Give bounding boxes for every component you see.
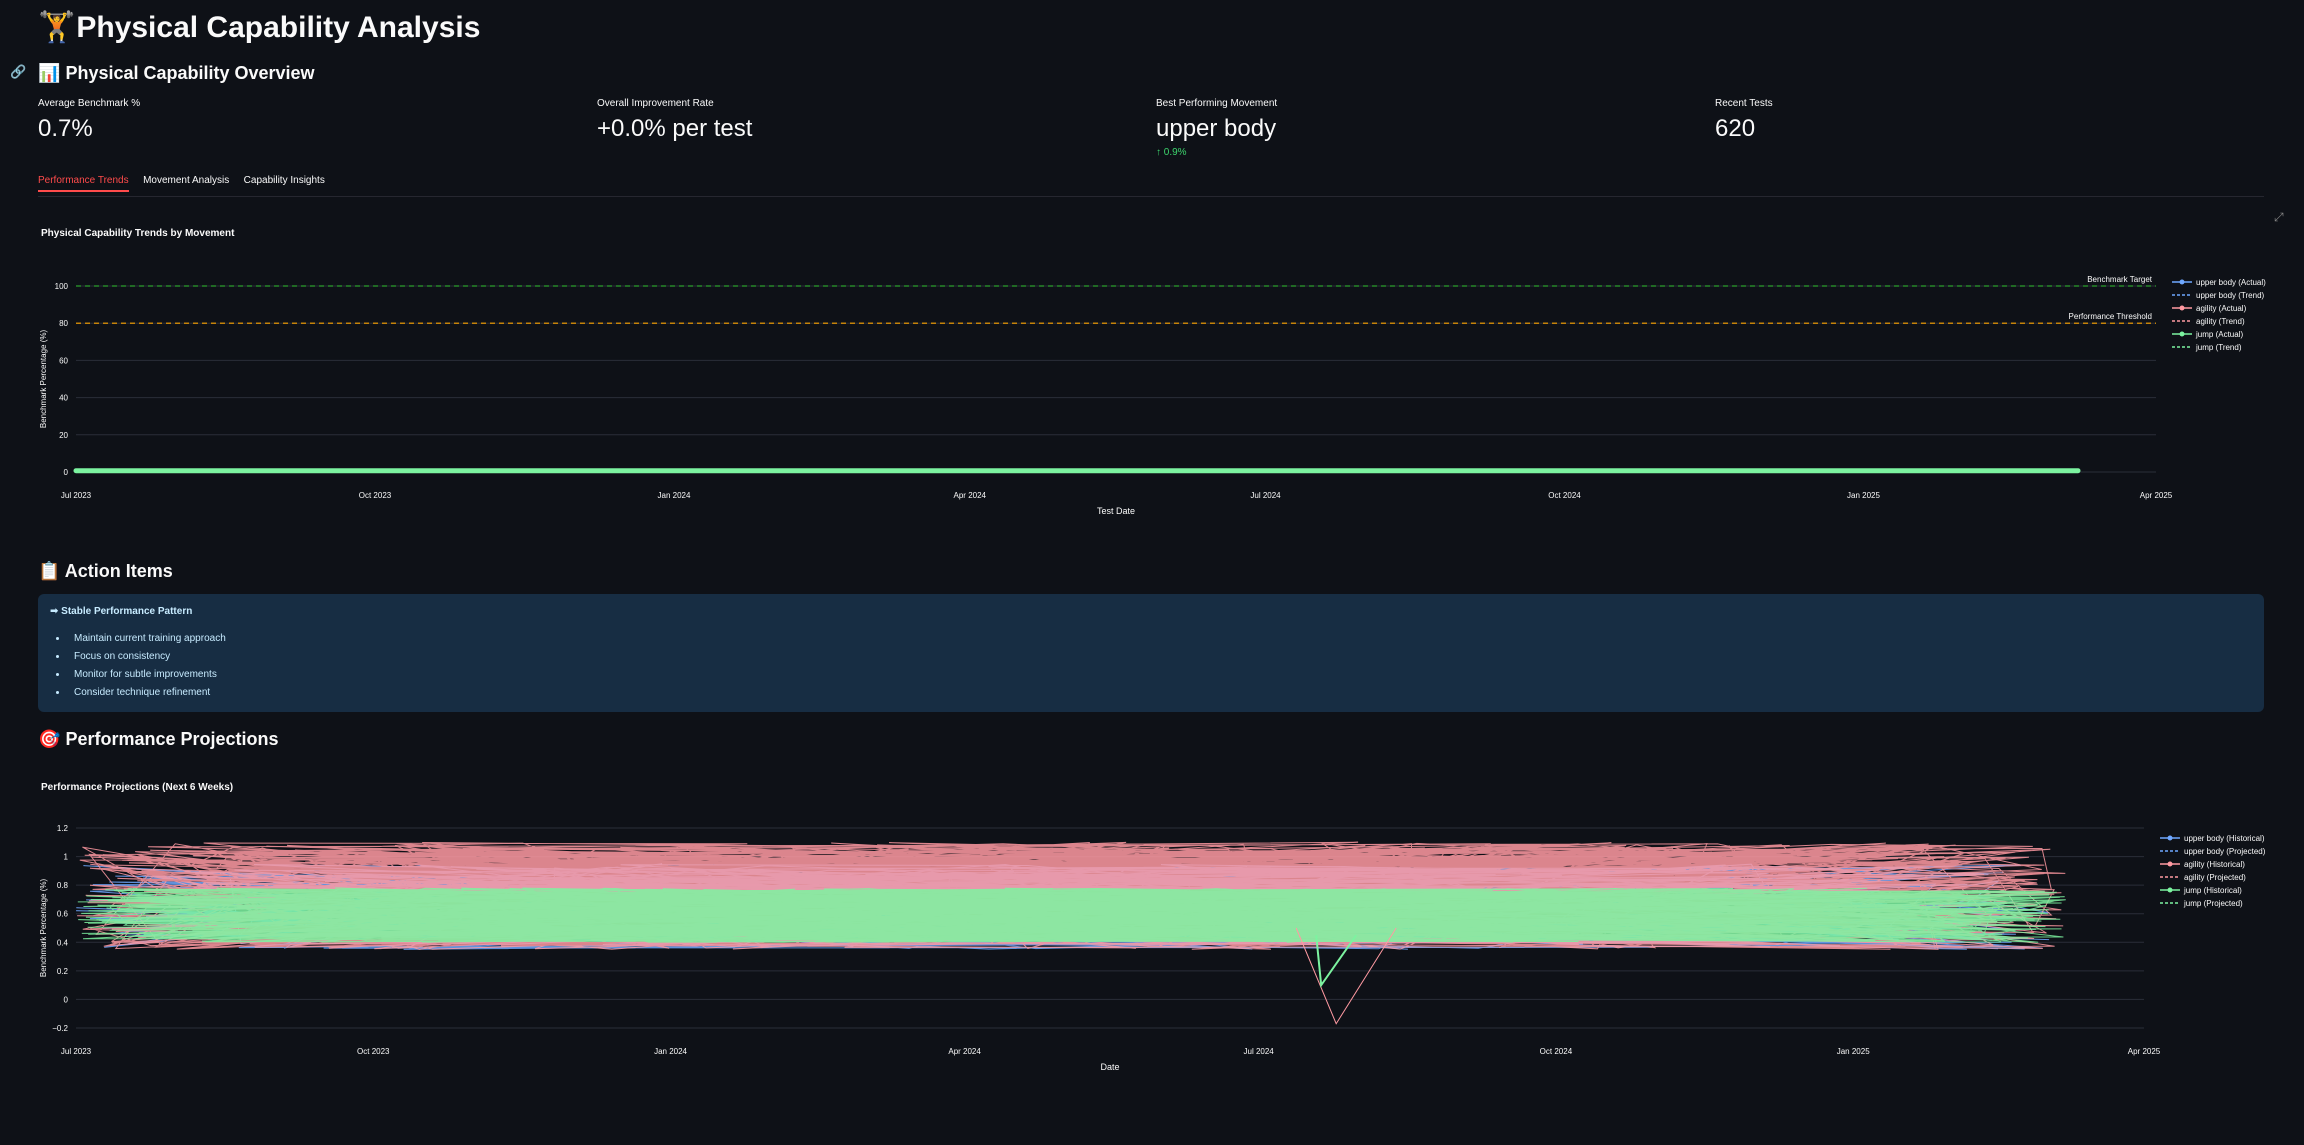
y-tick-label: 60 [59,356,68,365]
x-tick-label: Oct 2024 [1548,491,1581,500]
y-axis-title: Benchmark Percentage (%) [39,879,48,978]
legend-marker [2167,887,2173,893]
overview-heading-text: Physical Capability Overview [65,63,315,83]
legend-label: agility (Actual) [2196,304,2247,313]
chart-title: Performance Projections (Next 6 Weeks) [41,782,233,793]
metric-label: Average Benchmark % [38,98,141,109]
tab-bar: Performance Trends Movement Analysis Cap… [38,170,2264,197]
y-tick-label: 20 [59,431,68,440]
metric-label: Best Performing Movement [1156,98,1278,109]
weightlifter-icon: 🏋 [38,11,76,44]
chart-icon: 📊 [38,63,61,83]
x-tick-label: Jul 2023 [61,491,92,500]
link-icon[interactable]: 🔗 [10,64,28,82]
y-tick-label: 1.2 [57,824,69,833]
action-items-heading: 📋 Action Items [38,558,173,584]
action-item: Monitor for subtle improvements [68,666,226,684]
x-tick-label: Apr 2025 [2128,1047,2161,1056]
action-items-heading-text: Action Items [64,561,173,581]
legend-label: jump (Projected) [2183,899,2243,908]
y-tick-label: 0.2 [57,967,69,976]
action-item: Consider technique refinement [68,684,226,702]
target-icon: 🎯 [38,729,61,749]
legend-label: upper body (Historical) [2184,834,2265,843]
legend-label: upper body (Projected) [2184,847,2266,856]
metric-value: 0.7% [38,115,93,142]
legend-marker [2179,331,2185,337]
tab-performance-trends[interactable]: Performance Trends [38,171,129,192]
metric-label: Overall Improvement Rate [597,98,714,109]
legend-label: upper body (Trend) [2196,291,2265,300]
metric-delta: ↑ 0.9% [1156,147,1187,158]
projections-heading-text: Performance Projections [65,729,279,749]
x-tick-label: Jul 2023 [61,1047,92,1056]
legend-marker [2179,305,2185,311]
alert-title: ➡ Stable Performance Pattern [50,606,193,617]
x-axis-title: Test Date [1097,506,1135,516]
legend-marker [2167,835,2173,841]
trends-chart: Physical Capability Trends by Movement 0 2… [39,228,2266,516]
legend-label: jump (Trend) [2195,343,2242,352]
y-tick-label: 100 [55,282,69,291]
x-tick-label: Apr 2025 [2140,491,2173,500]
page-title-text: Physical Capability Analysis [76,11,481,44]
reference-line-label: Benchmark Target [2087,275,2153,284]
tab-movement-analysis[interactable]: Movement Analysis [143,171,229,190]
x-tick-label: Oct 2024 [1540,1047,1573,1056]
projections-heading: 🎯 Performance Projections [38,726,279,752]
action-item: Maintain current training approach [68,630,226,648]
x-tick-label: Jul 2024 [1244,1047,1275,1056]
y-tick-label: 40 [59,394,68,403]
y-tick-label: −0.2 [52,1024,68,1033]
info-alert: ➡ Stable Performance Pattern Maintain cu… [38,594,2264,712]
y-axis-title: Benchmark Percentage (%) [39,330,48,429]
x-tick-label: Jan 2025 [1837,1047,1870,1056]
y-tick-label: 1 [64,853,69,862]
chart-title: Physical Capability Trends by Movement [41,228,235,239]
x-tick-label: Oct 2023 [357,1047,390,1056]
metric-value: upper body [1156,115,1277,142]
x-tick-label: Jan 2024 [654,1047,687,1056]
metric-value: +0.0% per test [597,115,753,142]
reference-line-label: Performance Threshold [2069,312,2152,321]
y-tick-label: 0 [64,468,69,477]
fullscreen-icon[interactable]: ⤢ [2274,210,2288,224]
x-tick-label: Jul 2024 [1250,491,1281,500]
tab-capability-insights[interactable]: Capability Insights [244,171,325,190]
y-tick-label: 80 [59,319,68,328]
page-title: 🏋 Physical Capability Analysis [38,8,480,48]
legend-label: jump (Historical) [2183,886,2242,895]
legend-marker [2167,861,2173,867]
x-axis-title: Date [1100,1062,1119,1072]
y-tick-label: 0.8 [57,881,69,890]
y-tick-label: 0.4 [57,938,69,947]
metric-recent-tests: Recent Tests 620 [1715,98,1773,143]
legend-label: agility (Historical) [2184,860,2245,869]
metric-average-benchmark: Average Benchmark % 0.7% [38,98,140,143]
metric-value: 620 [1715,115,1756,142]
metric-best-movement: Best Performing Movement upper body ↑ 0.… [1156,98,1277,158]
y-tick-label: 0 [64,995,69,1004]
x-tick-label: Apr 2024 [954,491,987,500]
legend-label: jump (Actual) [2195,330,2243,339]
action-item: Focus on consistency [68,648,226,666]
metric-improvement-rate: Overall Improvement Rate +0.0% per test [597,98,752,143]
overview-heading: 📊 Physical Capability Overview [38,60,315,86]
clipboard-icon: 📋 [38,561,61,581]
legend-label: agility (Projected) [2184,873,2246,882]
series-jump-line [77,887,2066,943]
x-tick-label: Apr 2024 [948,1047,981,1056]
x-tick-label: Jan 2025 [1847,491,1880,500]
x-tick-label: Oct 2023 [359,491,392,500]
legend-label: upper body (Actual) [2196,278,2266,287]
projections-chart: Performance Projections (Next 6 Weeks) −0… [39,782,2266,1072]
x-tick-label: Jan 2024 [658,491,691,500]
action-list: Maintain current training approach Focus… [50,630,226,702]
metric-label: Recent Tests [1715,98,1773,109]
y-tick-label: 0.6 [57,910,69,919]
legend-marker [2179,279,2185,285]
legend-label: agility (Trend) [2196,317,2245,326]
